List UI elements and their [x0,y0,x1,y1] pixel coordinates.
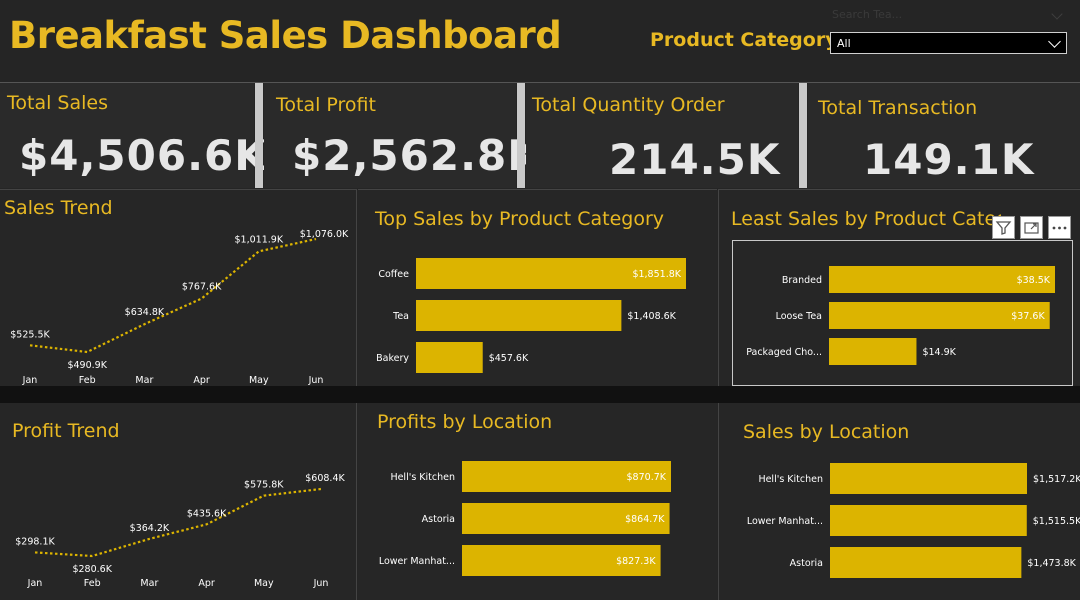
data-label: $298.1K [15,536,55,547]
data-label: $364.2K [130,523,170,534]
sales-trend-panel[interactable]: Sales Trend $525.5K $490.9K $634.8K $767.6K… [0,189,357,386]
x-tick-label: Jan [27,578,43,589]
data-label: $457.6K [489,353,529,364]
data-label: $1,851.8K [632,269,681,280]
category-label: Lower Manhat... [747,516,823,527]
data-label: $827.3K [616,556,656,567]
profits-location-chart: Hell's Kitchen $870.7K Astoria $864.7K Lower… [379,461,671,576]
data-label: $280.6K [72,564,112,575]
bar [416,342,483,373]
data-label: $1,473.8K [1027,558,1076,569]
kpi-label: Total Transaction [818,97,978,119]
profits-location-panel[interactable]: Profits by Location Hell's Kitchen $870.7… [358,403,717,600]
product-category-dropdown[interactable]: All [830,32,1067,54]
bar [830,547,1022,578]
category-label: Astoria [422,514,455,525]
bar [416,300,622,331]
kpi-value: 149.1K [863,135,1035,184]
category-label: Astoria [790,558,823,569]
data-label: $525.5K [10,329,50,340]
kpi-separator [799,83,807,188]
x-tick-label: Jun [308,375,324,386]
dropdown-value: All [837,37,851,50]
data-label: $1,408.6K [627,311,676,322]
x-tick-label: Apr [198,578,215,589]
chevron-down-icon[interactable] [1048,35,1061,48]
kpi-label: Total Sales [7,92,108,114]
x-tick-label: Apr [193,375,210,386]
kpi-card-total-quantity[interactable]: Total Quantity Order 214.5K [526,83,798,188]
focus-mode-icon[interactable] [1020,216,1043,239]
kpi-card-total-profit[interactable]: Total Profit $2,562.8K [264,83,540,188]
more-options-icon[interactable] [1048,216,1071,239]
data-label: $575.8K [244,480,284,491]
kpi-card-total-transaction[interactable]: Total Transaction 149.1K [808,83,1080,188]
kpi-separator [517,83,525,188]
series-line [34,487,322,558]
kpi-value: 214.5K [609,135,781,184]
sales-location-chart: Hell's Kitchen $1,517.2K Lower Manhat... $1… [747,463,1080,578]
top-sales-chart: Coffee $1,851.8K Tea $1,408.6K Bakery $457.6K [376,258,686,373]
sales-location-panel[interactable]: Sales by Location Hell's Kitchen $1,517.2… [718,403,1080,600]
bar [830,505,1027,536]
visual-focus-border [732,240,1073,386]
data-label: $1,011.9K [235,234,284,245]
x-tick-label: Feb [84,578,101,589]
x-tick-label: May [254,578,274,589]
data-label: $608.4K [305,473,345,484]
data-label: $634.8K [125,307,165,318]
x-tick-label: Mar [135,375,153,386]
kpi-card-total-sales[interactable]: Total Sales $4,506.6K [0,83,267,188]
data-label: $870.7K [627,472,667,483]
filter-icon[interactable] [992,216,1015,239]
x-tick-label: Jun [313,578,329,589]
x-tick-label: Mar [140,578,158,589]
profit-trend-chart: $298.1K $280.6K $364.2K $435.6K $575.8K $608.… [15,473,345,589]
data-label: $1,515.5K [1033,516,1080,527]
data-label: $767.6K [182,282,222,293]
category-label: Tea [392,311,409,322]
data-label: $1,076.0K [300,229,349,240]
x-tick-label: May [249,375,269,386]
kpi-label: Total Quantity Order [532,94,725,116]
profit-trend-panel[interactable]: Profit Trend $298.1K $280.6K $364.2K $435.6… [0,403,357,600]
top-sales-panel[interactable]: Top Sales by Product Category Coffee $1,8… [358,189,717,386]
category-label: Hell's Kitchen [758,474,823,485]
dashboard-title: Breakfast Sales Dashboard [9,14,562,57]
data-label: $864.7K [625,514,665,525]
kpi-label: Total Profit [276,94,376,116]
data-label: $435.6K [187,508,227,519]
ghost-chevron-icon [1051,8,1063,20]
kpi-separator [255,83,263,188]
category-label: Bakery [376,353,409,364]
category-label: Coffee [378,269,409,280]
series-line [29,237,317,354]
slicer-ghost-text: Search Tea... [832,8,903,21]
bar [830,463,1027,494]
sales-trend-chart: $525.5K $490.9K $634.8K $767.6K $1,011.9K $1,… [10,229,349,386]
category-label: Lower Manhat... [379,556,455,567]
data-label: $490.9K [67,360,107,371]
slicer-label: Product Category [650,29,838,51]
category-label: Hell's Kitchen [390,472,455,483]
kpi-value: $2,562.8K [292,131,541,180]
x-tick-label: Feb [79,375,96,386]
x-tick-label: Jan [22,375,38,386]
kpi-value: $4,506.6K [19,131,268,180]
data-label: $1,517.2K [1033,474,1080,485]
row-divider [0,386,1080,403]
